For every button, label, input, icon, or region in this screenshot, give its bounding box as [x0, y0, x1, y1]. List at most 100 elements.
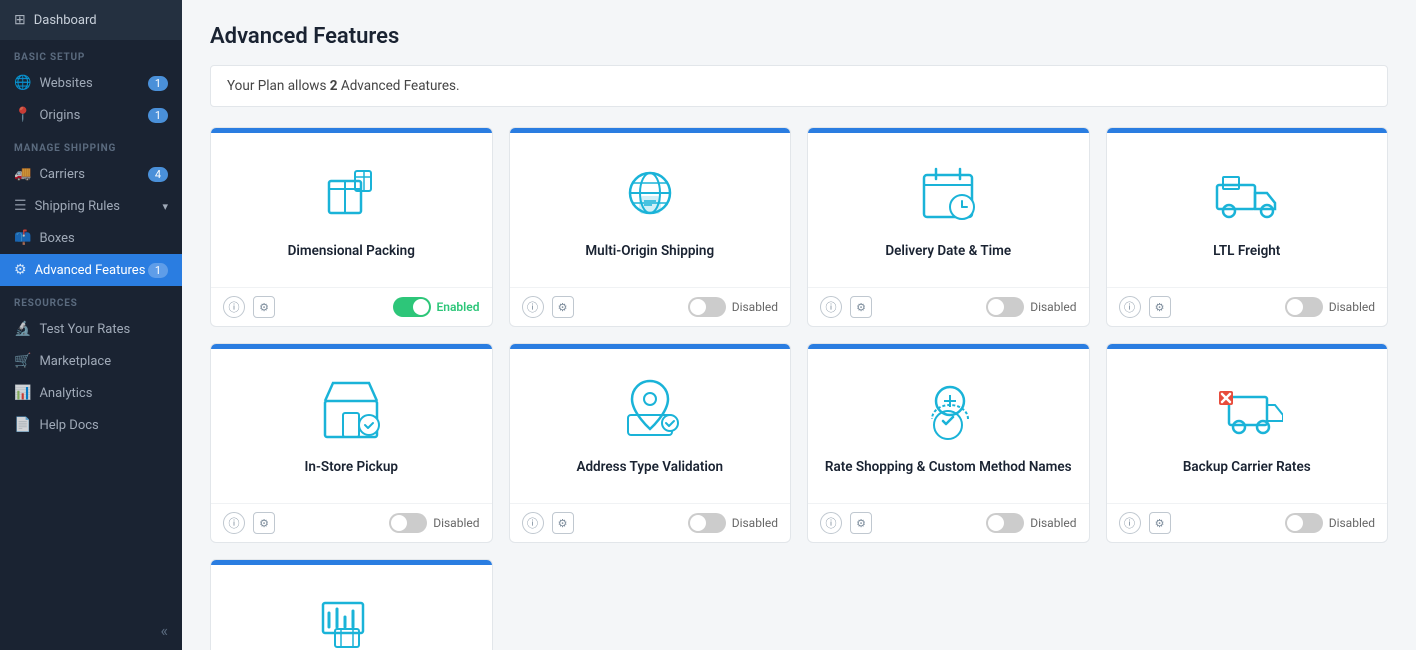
feature-icon-delivery-date-time [912, 157, 984, 229]
footer-icons: ⓘ ⚙ [820, 296, 872, 318]
advanced-features-icon: ⚙ [14, 262, 27, 278]
feature-card-backup-carrier-rates: Backup Carrier Rates ⓘ ⚙ Disabled [1106, 343, 1389, 543]
info-button-ltl-freight[interactable]: ⓘ [1119, 296, 1141, 318]
sidebar-advanced-features-label: Advanced Features [35, 263, 146, 278]
sidebar-analytics-label: Analytics [39, 386, 92, 401]
websites-badge: 1 [148, 76, 168, 91]
toggle-backup-carrier-rates[interactable] [1285, 513, 1323, 533]
card-body: Address Type Validation [510, 349, 791, 503]
sidebar-section-manage-shipping: MANAGE SHIPPING [0, 131, 182, 158]
card-body: Shipping Insights [211, 565, 492, 650]
toggle-label-in-store-pickup: Disabled [433, 516, 479, 530]
footer-icons: ⓘ ⚙ [522, 512, 574, 534]
settings-button-ltl-freight[interactable]: ⚙ [1149, 296, 1171, 318]
toggle-label-multi-origin-shipping: Disabled [732, 300, 778, 314]
feature-name-address-type-validation: Address Type Validation [576, 459, 723, 475]
feature-name-backup-carrier-rates: Backup Carrier Rates [1183, 459, 1311, 475]
info-button-delivery-date-time[interactable]: ⓘ [820, 296, 842, 318]
card-body: In-Store Pickup [211, 349, 492, 503]
footer-icons: ⓘ ⚙ [1119, 296, 1171, 318]
card-footer: ⓘ ⚙ Disabled [1107, 287, 1388, 326]
sidebar-section-basic-setup: BASIC SETUP [0, 40, 182, 67]
origins-badge: 1 [148, 108, 168, 123]
toggle-label-ltl-freight: Disabled [1329, 300, 1375, 314]
feature-name-dimensional-packing: Dimensional Packing [288, 243, 415, 259]
toggle-wrap-dimensional-packing: Enabled [393, 297, 480, 317]
settings-button-dimensional-packing[interactable]: ⚙ [253, 296, 275, 318]
sidebar-help-docs-label: Help Docs [39, 418, 98, 433]
card-footer: ⓘ ⚙ Disabled [808, 287, 1089, 326]
settings-button-backup-carrier-rates[interactable]: ⚙ [1149, 512, 1171, 534]
sidebar-origins-label: Origins [39, 108, 80, 123]
sidebar-item-marketplace[interactable]: 🛒 Marketplace [0, 345, 182, 377]
sidebar-boxes-label: Boxes [39, 231, 74, 246]
feature-card-multi-origin-shipping: Multi-Origin Shipping ⓘ ⚙ Disabled [509, 127, 792, 327]
card-body: Rate Shopping & Custom Method Names [808, 349, 1089, 503]
sidebar-item-help-docs[interactable]: 📄 Help Docs [0, 409, 182, 441]
card-body: LTL Freight [1107, 133, 1388, 287]
sidebar-item-advanced-features[interactable]: ⚙ Advanced Features 1 [0, 254, 182, 286]
feature-icon-ltl-freight [1211, 157, 1283, 229]
toggle-multi-origin-shipping[interactable] [688, 297, 726, 317]
footer-icons: ⓘ ⚙ [223, 512, 275, 534]
settings-button-multi-origin-shipping[interactable]: ⚙ [552, 296, 574, 318]
toggle-in-store-pickup[interactable] [389, 513, 427, 533]
sidebar-websites-label: Websites [39, 76, 92, 91]
sidebar-marketplace-label: Marketplace [39, 354, 111, 369]
help-docs-icon: 📄 [14, 417, 31, 433]
shipping-rules-icon: ☰ [14, 198, 27, 214]
toggle-wrap-rate-shopping: Disabled [986, 513, 1076, 533]
toggle-ltl-freight[interactable] [1285, 297, 1323, 317]
info-button-rate-shopping[interactable]: ⓘ [820, 512, 842, 534]
footer-icons: ⓘ ⚙ [1119, 512, 1171, 534]
sidebar-item-shipping-rules[interactable]: ☰ Shipping Rules ▾ [0, 190, 182, 222]
feature-card-ltl-freight: LTL Freight ⓘ ⚙ Disabled [1106, 127, 1389, 327]
card-footer: ⓘ ⚙ Enabled [211, 287, 492, 326]
card-footer: ⓘ ⚙ Disabled [211, 503, 492, 542]
sidebar-item-carriers[interactable]: 🚚 Carriers 4 [0, 158, 182, 190]
feature-name-in-store-pickup: In-Store Pickup [305, 459, 398, 475]
footer-icons: ⓘ ⚙ [522, 296, 574, 318]
sidebar-dashboard-label: Dashboard [34, 13, 97, 28]
info-button-in-store-pickup[interactable]: ⓘ [223, 512, 245, 534]
info-button-backup-carrier-rates[interactable]: ⓘ [1119, 512, 1141, 534]
toggle-dimensional-packing[interactable] [393, 297, 431, 317]
sidebar-item-dashboard[interactable]: ⊞ Dashboard [0, 0, 182, 40]
info-button-address-type-validation[interactable]: ⓘ [522, 512, 544, 534]
sidebar: ⊞ Dashboard BASIC SETUP 🌐 Websites 1 📍 O… [0, 0, 182, 650]
feature-icon-backup-carrier-rates [1211, 373, 1283, 445]
settings-button-delivery-date-time[interactable]: ⚙ [850, 296, 872, 318]
sidebar-item-origins[interactable]: 📍 Origins 1 [0, 99, 182, 131]
sidebar-item-websites[interactable]: 🌐 Websites 1 [0, 67, 182, 99]
toggle-wrap-in-store-pickup: Disabled [389, 513, 479, 533]
sidebar-collapse-button[interactable]: « [0, 611, 182, 650]
origins-icon: 📍 [14, 107, 31, 123]
card-body: Delivery Date & Time [808, 133, 1089, 287]
feature-name-rate-shopping: Rate Shopping & Custom Method Names [825, 459, 1072, 475]
sidebar-carriers-label: Carriers [39, 167, 85, 182]
settings-button-address-type-validation[interactable]: ⚙ [552, 512, 574, 534]
analytics-icon: 📊 [14, 385, 31, 401]
toggle-rate-shopping[interactable] [986, 513, 1024, 533]
card-body: Backup Carrier Rates [1107, 349, 1388, 503]
sidebar-item-analytics[interactable]: 📊 Analytics [0, 377, 182, 409]
sidebar-item-test-rates[interactable]: 🔬 Test Your Rates [0, 313, 182, 345]
info-button-dimensional-packing[interactable]: ⓘ [223, 296, 245, 318]
sidebar-shipping-rules-label: Shipping Rules [35, 199, 120, 214]
settings-button-in-store-pickup[interactable]: ⚙ [253, 512, 275, 534]
feature-icon-in-store-pickup [315, 373, 387, 445]
toggle-address-type-validation[interactable] [688, 513, 726, 533]
sidebar-item-boxes[interactable]: 📫 Boxes [0, 222, 182, 254]
test-rates-icon: 🔬 [14, 321, 31, 337]
settings-button-rate-shopping[interactable]: ⚙ [850, 512, 872, 534]
card-body: Multi-Origin Shipping [510, 133, 791, 287]
feature-grid: Dimensional Packing ⓘ ⚙ Enabled [210, 127, 1388, 650]
carriers-badge: 4 [148, 167, 168, 182]
toggle-wrap-ltl-freight: Disabled [1285, 297, 1375, 317]
carriers-icon: 🚚 [14, 166, 31, 182]
feature-card-delivery-date-time: Delivery Date & Time ⓘ ⚙ Disabled [807, 127, 1090, 327]
info-button-multi-origin-shipping[interactable]: ⓘ [522, 296, 544, 318]
toggle-wrap-delivery-date-time: Disabled [986, 297, 1076, 317]
toggle-label-delivery-date-time: Disabled [1030, 300, 1076, 314]
toggle-delivery-date-time[interactable] [986, 297, 1024, 317]
